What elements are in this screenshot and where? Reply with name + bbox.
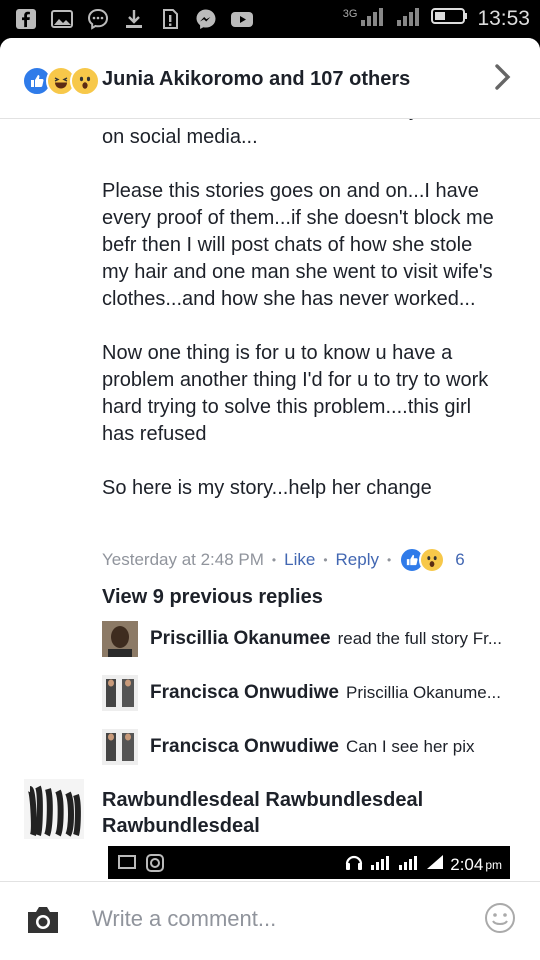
screen-icon: [118, 854, 136, 877]
instagram-icon: [146, 854, 164, 877]
reaction-count: 6: [455, 550, 465, 569]
comment-paragraph: Please this stories goes on and on...I h…: [102, 180, 494, 310]
emoji-icon[interactable]: [484, 902, 516, 934]
reply-author[interactable]: Francisca Onwudiwe: [150, 736, 339, 758]
comment-composer[interactable]: Write a comment...: [0, 881, 540, 960]
chat-bubble-icon: [86, 7, 110, 31]
reply-author[interactable]: Francisca Onwudiwe: [150, 682, 339, 704]
reply-link[interactable]: Reply: [336, 550, 379, 570]
reply-author[interactable]: Priscillia Okanumee: [150, 628, 331, 650]
camera-icon[interactable]: [24, 904, 62, 936]
wow-reaction-icon: [70, 66, 100, 96]
comment-input[interactable]: Write a comment...: [92, 906, 276, 932]
youtube-icon: [230, 7, 254, 31]
reactors-title[interactable]: Junia Akikoromo and 107 others: [102, 68, 410, 91]
image-icon: [50, 7, 74, 31]
comment-attachment-image[interactable]: 2:04 pm: [108, 846, 510, 879]
reply-item[interactable]: Francisca Onwudiwe Priscillia Okanume...: [102, 673, 501, 713]
comment-author[interactable]: Rawbundlesdeal Rawbundlesdeal Rawbundles…: [102, 787, 482, 839]
download-icon: [122, 7, 146, 31]
like-link[interactable]: Like: [284, 550, 315, 570]
battery-icon: [426, 854, 444, 875]
reaction-stack: [22, 66, 100, 96]
avatar[interactable]: [102, 729, 138, 765]
wow-reaction-icon: [419, 547, 446, 573]
comment-timestamp: Yesterday at 2:48 PM: [102, 550, 264, 569]
chevron-right-icon[interactable]: [492, 62, 514, 92]
separator-dot: •: [271, 553, 277, 567]
separator-dot: •: [323, 553, 328, 567]
alert-icon: [158, 7, 182, 31]
system-indicators: 3G 13:53: [343, 6, 530, 32]
comment-paragraph: So here is my story...help her change: [102, 477, 432, 499]
view-previous-replies-link[interactable]: View 9 previous replies: [102, 586, 323, 609]
reactions-header[interactable]: Junia Akikoromo and 107 others: [0, 38, 540, 119]
signal-icon: [370, 854, 392, 875]
avatar[interactable]: [24, 779, 84, 844]
screenshot-status-icons: [118, 854, 164, 877]
separator-dot: •: [386, 553, 392, 567]
signal-icon-2: [398, 854, 420, 875]
battery-icon: [431, 6, 469, 32]
screenshot-ampm: pm: [485, 857, 502, 872]
comment-thread[interactable]: well not to write fake stories about you…: [0, 119, 540, 879]
comment-paragraph: well not to write fake stories about you…: [102, 119, 484, 148]
reply-item[interactable]: Priscillia Okanumee read the full story …: [102, 619, 502, 659]
notification-icons: [14, 7, 254, 31]
reply-snippet: Priscillia Okanume...: [346, 683, 501, 702]
comment-meta: Yesterday at 2:48 PM • Like • Reply • 6: [102, 547, 465, 573]
signal-icon: [359, 6, 387, 32]
headset-icon: [344, 852, 364, 877]
reply-item[interactable]: Francisca Onwudiwe Can I see her pix: [102, 727, 475, 767]
status-bar: 3G 13:53: [0, 0, 540, 38]
clock: 13:53: [477, 7, 530, 30]
signal-icon-2: [395, 6, 423, 32]
comment-reactions[interactable]: [399, 547, 446, 573]
reply-snippet: read the full story Fr...: [337, 629, 502, 648]
screenshot-clock: 2:04: [450, 854, 484, 874]
messenger-icon: [194, 7, 218, 31]
screenshot-system-status: 2:04 pm: [344, 852, 502, 877]
avatar[interactable]: [102, 675, 138, 711]
comment-sheet: Junia Akikoromo and 107 others well not …: [0, 38, 540, 960]
reply-snippet: Can I see her pix: [346, 737, 475, 756]
avatar[interactable]: [102, 621, 138, 657]
network-type: 3G: [342, 8, 358, 20]
comment-paragraph: Now one thing is for u to know u have a …: [102, 342, 489, 445]
facebook-icon: [14, 7, 38, 31]
comment-body: well not to write fake stories about you…: [102, 119, 502, 529]
